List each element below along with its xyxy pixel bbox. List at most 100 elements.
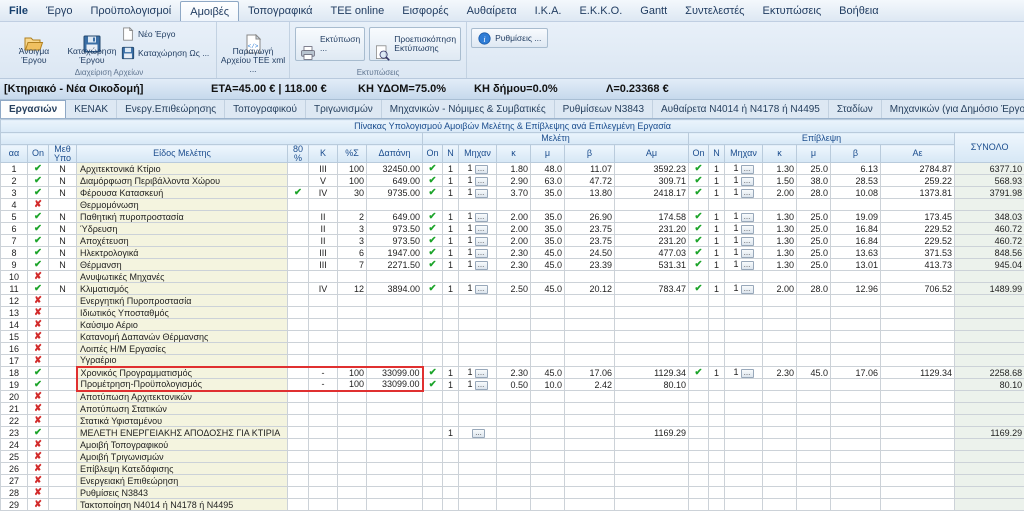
cost-cell[interactable] [367,403,423,415]
meleti-n-cell[interactable] [443,343,459,355]
save-project-button[interactable]: Καταχώρηση Έργου [63,23,121,67]
pct80-toggle[interactable] [288,403,309,415]
epivlepsi-on-toggle[interactable] [689,415,709,427]
meleti-n-cell[interactable] [443,355,459,367]
sigma-percent-cell[interactable] [338,331,367,343]
meleti-n-cell[interactable]: 1 [443,223,459,235]
cost-cell[interactable] [367,463,423,475]
menu-tab[interactable]: Εκτυπώσεις [753,0,830,21]
sigma-percent-cell[interactable]: 7 [338,259,367,271]
epivlepsi-engineer-cell[interactable] [725,343,763,355]
category-cell[interactable] [309,331,338,343]
epivlepsi-on-toggle[interactable] [689,331,709,343]
category-cell[interactable] [309,307,338,319]
meleti-engineer-cell[interactable]: 1… [459,379,497,391]
method-cell[interactable] [49,403,77,415]
epivlepsi-n-cell[interactable]: 1 [709,283,725,295]
epivlepsi-n-cell[interactable] [709,295,725,307]
epivlepsi-on-toggle[interactable]: ✔ [689,259,709,271]
select-engineer-button[interactable]: … [475,249,488,258]
epivlepsi-on-toggle[interactable]: ✔ [689,283,709,295]
meleti-on-toggle[interactable]: ✔ [423,163,443,175]
method-cell[interactable] [49,391,77,403]
method-cell[interactable]: N [49,163,77,175]
meleti-engineer-cell[interactable] [459,415,497,427]
epivlepsi-n-cell[interactable]: 1 [709,223,725,235]
epivlepsi-engineer-cell[interactable] [725,451,763,463]
meleti-n-cell[interactable]: 1 [443,259,459,271]
sigma-percent-cell[interactable] [338,439,367,451]
epivlepsi-n-cell[interactable]: 1 [709,247,725,259]
method-cell[interactable] [49,463,77,475]
menu-tab[interactable]: ΤΕΕ online [321,0,393,21]
sigma-percent-cell[interactable] [338,451,367,463]
menu-tab[interactable]: Τοπογραφικά [239,0,321,21]
category-cell[interactable]: - [309,367,338,379]
pct80-toggle[interactable] [288,259,309,271]
menu-tab-file[interactable]: File [0,0,37,21]
method-cell[interactable] [49,367,77,379]
category-cell[interactable] [309,487,338,499]
select-engineer-button[interactable]: … [475,225,488,234]
meleti-on-toggle[interactable] [423,415,443,427]
category-cell[interactable] [309,295,338,307]
sigma-percent-cell[interactable] [338,391,367,403]
epivlepsi-engineer-cell[interactable]: 1… [725,367,763,379]
row-enabled-toggle[interactable]: ✘ [28,451,49,463]
epivlepsi-engineer-cell[interactable] [725,415,763,427]
meleti-engineer-cell[interactable] [459,487,497,499]
meleti-n-cell[interactable] [443,475,459,487]
meleti-n-cell[interactable] [443,199,459,211]
epivlepsi-engineer-cell[interactable]: 1… [725,283,763,295]
category-cell[interactable] [309,271,338,283]
method-cell[interactable] [49,487,77,499]
meleti-n-cell[interactable]: 1 [443,211,459,223]
method-cell[interactable] [49,451,77,463]
epivlepsi-engineer-cell[interactable] [725,331,763,343]
select-engineer-button[interactable]: … [741,285,754,294]
epivlepsi-engineer-cell[interactable] [725,439,763,451]
select-engineer-button[interactable]: … [741,177,754,186]
row-enabled-toggle[interactable]: ✔ [28,223,49,235]
sigma-percent-cell[interactable] [338,427,367,439]
sigma-percent-cell[interactable]: 2 [338,211,367,223]
epivlepsi-n-cell[interactable]: 1 [709,163,725,175]
epivlepsi-n-cell[interactable] [709,451,725,463]
cost-cell[interactable] [367,343,423,355]
epivlepsi-on-toggle[interactable]: ✔ [689,187,709,199]
meleti-on-toggle[interactable]: ✔ [423,367,443,379]
epivlepsi-engineer-cell[interactable] [725,271,763,283]
meleti-engineer-cell[interactable] [459,475,497,487]
category-cell[interactable]: IV [309,283,338,295]
meleti-on-toggle[interactable] [423,271,443,283]
epivlepsi-on-toggle[interactable]: ✔ [689,367,709,379]
epivlepsi-engineer-cell[interactable] [725,475,763,487]
category-cell[interactable] [309,451,338,463]
cost-cell[interactable] [367,415,423,427]
cost-cell[interactable] [367,391,423,403]
meleti-on-toggle[interactable]: ✔ [423,187,443,199]
row-enabled-toggle[interactable]: ✘ [28,415,49,427]
epivlepsi-engineer-cell[interactable] [725,403,763,415]
method-cell[interactable]: N [49,235,77,247]
menu-tab[interactable]: Συντελεστές [676,0,753,21]
row-enabled-toggle[interactable]: ✔ [28,259,49,271]
menu-tab[interactable]: Προϋπολογισμοί [81,0,180,21]
cost-cell[interactable] [367,439,423,451]
meleti-n-cell[interactable] [443,319,459,331]
pct80-toggle[interactable] [288,175,309,187]
cost-cell[interactable]: 649.00 [367,211,423,223]
print-button[interactable]: Εκτύπωση ... [295,27,365,61]
select-engineer-button[interactable]: … [741,165,754,174]
cost-cell[interactable]: 973.50 [367,235,423,247]
meleti-on-toggle[interactable]: ✔ [423,247,443,259]
cost-cell[interactable] [367,355,423,367]
category-cell[interactable] [309,355,338,367]
sigma-percent-cell[interactable]: 100 [338,367,367,379]
meleti-on-toggle[interactable] [423,403,443,415]
category-cell[interactable] [309,475,338,487]
select-engineer-button[interactable]: … [741,189,754,198]
meleti-n-cell[interactable] [443,499,459,511]
row-enabled-toggle[interactable]: ✔ [28,283,49,295]
meleti-n-cell[interactable] [443,271,459,283]
